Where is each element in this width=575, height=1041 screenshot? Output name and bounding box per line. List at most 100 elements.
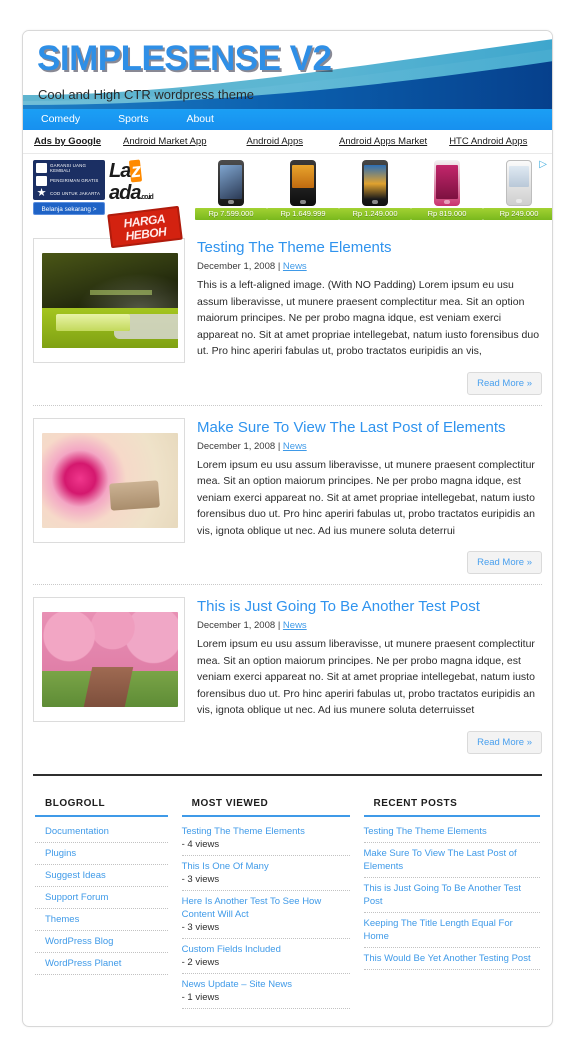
truck-icon — [36, 175, 47, 186]
site-container: SIMPLESENSE V2 Cool and High CTR wordpre… — [22, 30, 553, 1027]
list-item: This Would Be Yet Another Testing Post — [363, 948, 540, 970]
ad-link-android-market-app[interactable]: Android Market App — [123, 136, 206, 147]
post-item: Make Sure To View The Last Post of Eleme… — [33, 406, 542, 585]
product-item[interactable]: Rp 7.599.000 — [195, 160, 267, 220]
post-category[interactable]: News — [283, 261, 307, 272]
post-thumbnail-image — [42, 432, 178, 528]
post-category[interactable]: News — [283, 441, 307, 452]
post-thumbnail-frame[interactable] — [33, 238, 185, 363]
post-title[interactable]: This is Just Going To Be Another Test Po… — [197, 598, 542, 616]
blogroll-link-plugins[interactable]: Plugins — [45, 847, 168, 860]
list-item: WordPress Blog — [35, 931, 168, 953]
lazada-wordmark: Lazada.co.id — [109, 159, 181, 209]
view-count: - 2 views — [181, 956, 220, 968]
post-excerpt: Lorem ipsum eu usu assum liberavisse, ut… — [197, 458, 535, 537]
list-item: Testing The Theme Elements — [363, 821, 540, 843]
widget-recent-posts: RECENT POSTS Testing The Theme Elements … — [363, 798, 540, 1009]
ads-link-bar: Ads by Google Android Market App Android… — [23, 130, 552, 154]
read-more-wrap: Read More » — [197, 730, 542, 754]
most-viewed-link[interactable]: Testing The Theme Elements — [182, 825, 350, 838]
blogroll-link-themes[interactable]: Themes — [45, 913, 168, 926]
blogroll-link-wordpress-blog[interactable]: WordPress Blog — [45, 935, 168, 948]
post-thumbnail-frame[interactable] — [33, 417, 185, 543]
nav-item-comedy[interactable]: Comedy — [41, 109, 80, 130]
post-title[interactable]: Testing The Theme Elements — [197, 239, 542, 257]
ad-link-android-apps[interactable]: Android Apps — [246, 136, 303, 147]
phone-icon-samsung-galaxy — [362, 160, 388, 206]
star-icon: ★ — [36, 187, 47, 199]
nav-item-sports[interactable]: Sports — [118, 109, 148, 130]
list-item: News Update – Site News - 1 views — [181, 974, 350, 1009]
product-price: Rp 1.249.000 — [339, 208, 411, 220]
list-item: Custom Fields Included - 2 views — [181, 939, 350, 974]
read-more-button[interactable]: Read More » — [467, 730, 542, 754]
post-date: December 1, 2008 — [197, 620, 276, 631]
benefit-row-guarantee: GARANSI UANG KEMBALI — [36, 163, 102, 173]
recent-post-link[interactable]: Keeping The Title Length Equal For Home — [364, 917, 540, 943]
banner-advertisement[interactable]: GARANSI UANG KEMBALI PENGIRIMAN GRATIS ★… — [23, 154, 552, 249]
post-title[interactable]: Make Sure To View The Last Post of Eleme… — [197, 419, 542, 437]
blogroll-link-documentation[interactable]: Documentation — [45, 825, 168, 838]
widget-most-viewed: MOST VIEWED Testing The Theme Elements -… — [181, 798, 364, 1009]
site-header: SIMPLESENSE V2 Cool and High CTR wordpre… — [23, 31, 552, 109]
widget-blogroll: BLOGROLL Documentation Plugins Suggest I… — [35, 798, 182, 1009]
product-price: Rp 249.000 — [483, 208, 552, 220]
post-date: December 1, 2008 — [197, 440, 276, 452]
ad-link-android-apps-market[interactable]: Android Apps Market — [339, 136, 427, 147]
logo-text-z: z — [129, 159, 143, 183]
main-navigation: Comedy Sports About — [23, 109, 552, 130]
nav-item-about[interactable]: About — [186, 109, 213, 130]
product-item[interactable]: Rp 819.000 — [411, 160, 483, 220]
copyright-middle: & Designed by — [171, 1027, 238, 1028]
meta-separator: | — [277, 261, 281, 272]
blogroll-link-wordpress-planet[interactable]: WordPress Planet — [45, 957, 168, 970]
post-thumbnail-image — [42, 253, 178, 348]
post-category[interactable]: News — [283, 620, 307, 631]
widget-underline — [181, 814, 350, 817]
benefit-row-shipping: PENGIRIMAN GRATIS — [36, 175, 102, 186]
post-meta: December 1, 2008 | News — [197, 620, 542, 631]
post-thumbnail-frame[interactable] — [33, 597, 185, 722]
shop-now-button[interactable]: Belanja sekarang > — [33, 202, 105, 215]
blogroll-link-support-forum[interactable]: Support Forum — [45, 891, 168, 904]
post-excerpt: Lorem ipsum eu usu assum liberavisse, ut… — [197, 638, 535, 716]
blogroll-link-suggest-ideas[interactable]: Suggest Ideas — [45, 869, 168, 882]
list-item: This is Just Going To Be Another Test Po… — [363, 878, 540, 913]
adchoices-icon[interactable]: ▷ — [539, 160, 547, 170]
read-more-button[interactable]: Read More » — [467, 371, 542, 395]
post-thumbnail-image — [42, 612, 178, 707]
most-viewed-link[interactable]: News Update – Site News — [182, 978, 350, 991]
recent-post-link[interactable]: Testing The Theme Elements — [364, 825, 540, 838]
benefit-label-shipping: PENGIRIMAN GRATIS — [50, 178, 99, 183]
list-item: Testing The Theme Elements - 4 views — [181, 821, 350, 856]
list-item: Documentation — [35, 821, 168, 843]
copyright-designer-link[interactable]: WP Theme Sense — [238, 1027, 315, 1028]
view-count: - 3 views — [181, 873, 220, 885]
ad-link-htc-android-apps[interactable]: HTC Android Apps — [449, 136, 527, 147]
most-viewed-link[interactable]: This Is One Of Many — [182, 860, 350, 873]
ads-by-google-link[interactable]: Ads by Google — [34, 136, 101, 147]
most-viewed-link[interactable]: Custom Fields Included — [182, 943, 350, 956]
recent-post-link[interactable]: This Would Be Yet Another Testing Post — [364, 952, 540, 965]
read-more-button[interactable]: Read More » — [467, 551, 542, 574]
post-list: Testing The Theme Elements December 1, 2… — [23, 226, 552, 764]
blogroll-list: Documentation Plugins Suggest Ideas Supp… — [35, 821, 168, 975]
product-price: Rp 7.599.000 — [195, 208, 267, 220]
product-item[interactable]: Rp 1.649.999 — [267, 160, 339, 220]
most-viewed-link[interactable]: Here Is Another Test To See How Content … — [182, 895, 350, 921]
recent-post-link[interactable]: Make Sure To View The Last Post of Eleme… — [364, 847, 540, 873]
recent-post-link[interactable]: This is Just Going To Be Another Test Po… — [364, 882, 540, 908]
post-body: This is Just Going To Be Another Test Po… — [197, 597, 542, 754]
meta-separator: | — [277, 620, 281, 631]
benefit-row-cod: ★ COD UNTUK JAKARTA — [36, 187, 102, 199]
product-item[interactable]: Rp 1.249.000 — [339, 160, 411, 220]
copyright-site-link[interactable]: SimpleSense V2 — [101, 1027, 171, 1028]
site-title[interactable]: SIMPLESENSE V2 — [37, 39, 332, 79]
post-meta: December 1, 2008 | News — [197, 441, 542, 452]
phone-icon-blackberry — [290, 160, 316, 206]
benefit-label-cod: COD UNTUK JAKARTA — [50, 190, 101, 196]
benefit-label-guarantee: GARANSI UANG KEMBALI — [50, 163, 87, 173]
footer-widgets: BLOGROLL Documentation Plugins Suggest I… — [23, 776, 552, 1009]
post-item: Testing The Theme Elements December 1, 2… — [33, 226, 542, 406]
list-item: Keeping The Title Length Equal For Home — [363, 913, 540, 948]
